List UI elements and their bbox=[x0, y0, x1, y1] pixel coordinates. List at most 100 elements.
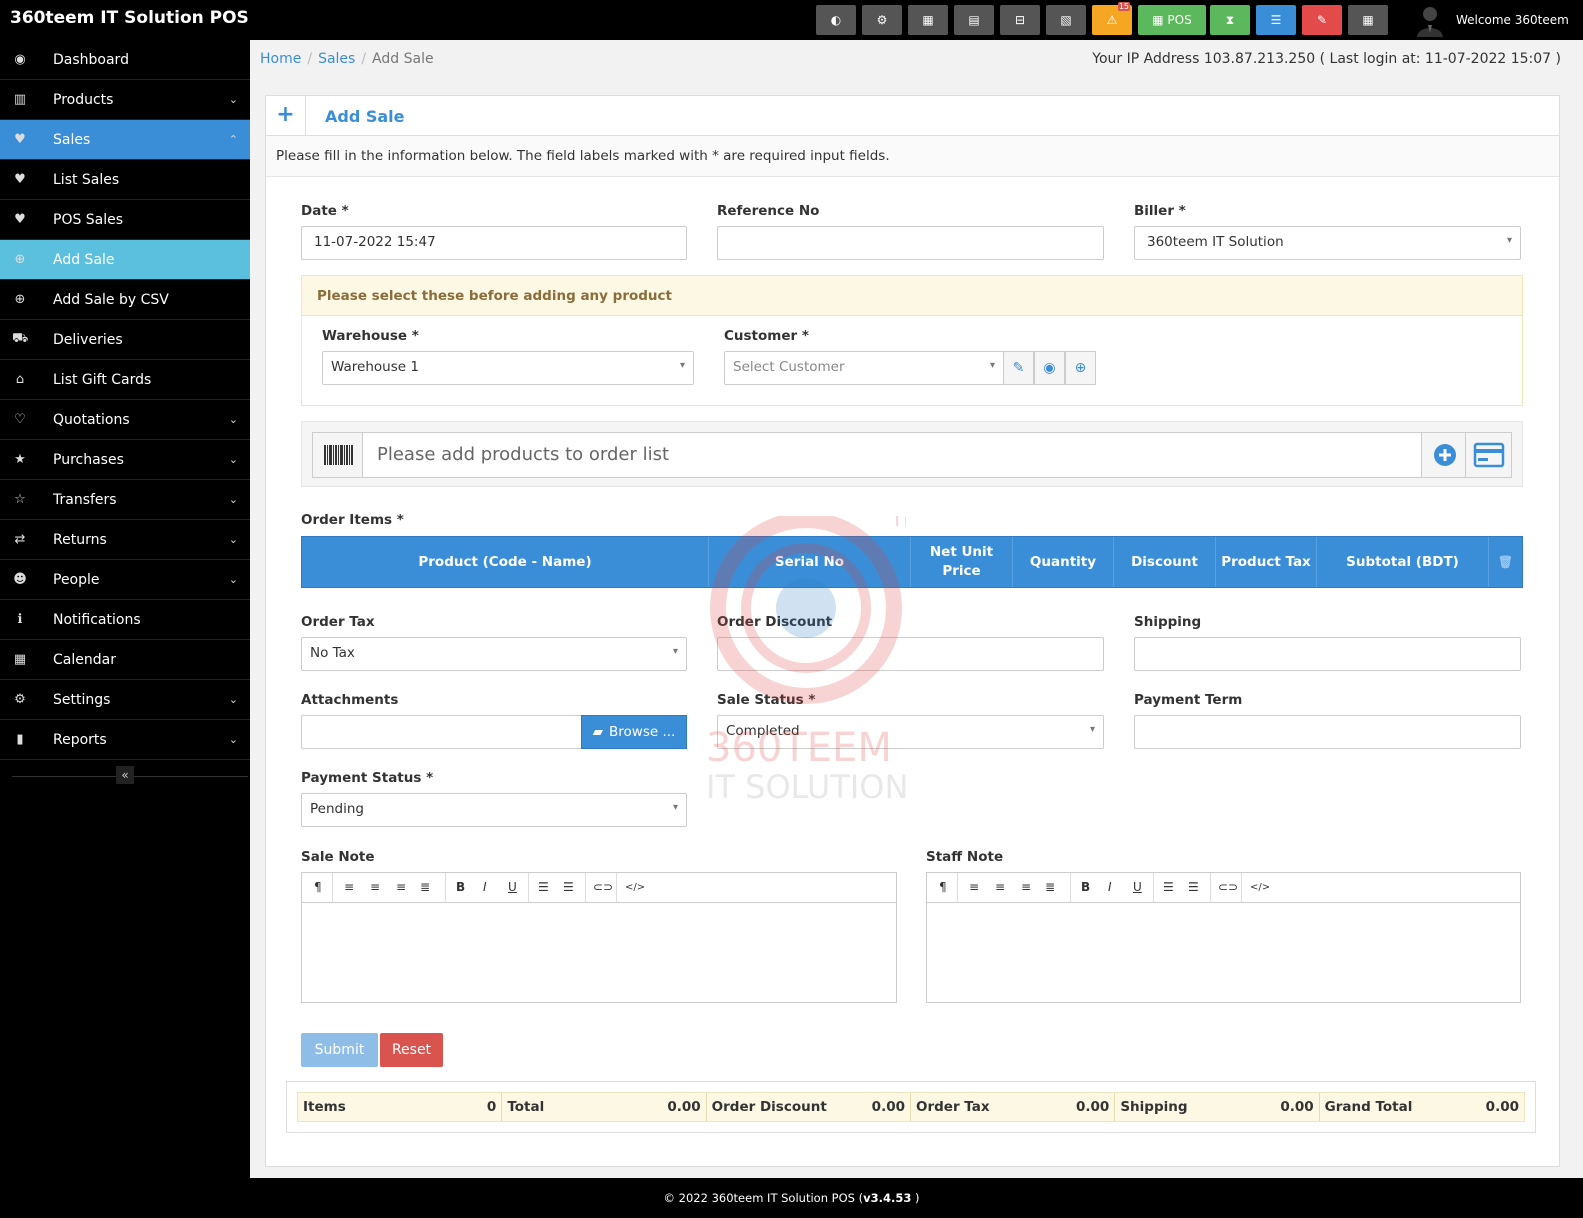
date-input[interactable]: 11-07-2022 15:47 bbox=[301, 226, 687, 260]
biller-select[interactable]: 360teem IT Solution bbox=[1134, 226, 1521, 260]
add-product-plus-icon[interactable] bbox=[1421, 433, 1467, 477]
eraser-icon[interactable]: ✎ bbox=[1302, 5, 1342, 35]
align-center-icon[interactable]: ≡ bbox=[995, 880, 1005, 894]
order-tax-select[interactable]: No Tax bbox=[301, 637, 687, 671]
app-brand[interactable]: 360teem IT Solution POS bbox=[10, 8, 249, 28]
numbered-list-icon[interactable]: ☰ bbox=[563, 880, 574, 894]
align-right-icon[interactable]: ≡ bbox=[396, 880, 406, 894]
align-center-icon[interactable]: ≡ bbox=[370, 880, 380, 894]
sidebar-item-list-sales[interactable]: ♥ List Sales bbox=[0, 160, 250, 200]
underline-icon[interactable]: U bbox=[1133, 880, 1142, 894]
numbered-list-icon[interactable]: ☰ bbox=[1188, 880, 1199, 894]
sidebar-item-people[interactable]: ☻ People ⌄ bbox=[0, 560, 250, 600]
add-customer-plus-icon[interactable]: ⊕ bbox=[1065, 351, 1096, 385]
calendar-icon[interactable]: ▤ bbox=[954, 5, 994, 35]
dashboard-icon[interactable]: ◐ bbox=[816, 5, 856, 35]
language-flag-icon[interactable]: ▧ bbox=[1046, 5, 1086, 35]
code-icon[interactable]: </> bbox=[1250, 882, 1270, 893]
col-quantity: Quantity bbox=[1013, 537, 1114, 587]
pos-button-glyph: ▦ POS bbox=[1152, 13, 1192, 27]
view-customer-eye-icon[interactable]: ◉ bbox=[1034, 351, 1065, 385]
bold-icon[interactable]: B bbox=[1081, 880, 1090, 894]
reference-input[interactable] bbox=[717, 226, 1104, 260]
sidebar-item-dashboard[interactable]: ◉ Dashboard bbox=[0, 40, 250, 80]
sidebar-item-pos-sales[interactable]: ♥ POS Sales bbox=[0, 200, 250, 240]
grid-icon[interactable]: ▦ bbox=[1348, 5, 1388, 35]
sidebar-item-label: Quotations bbox=[53, 411, 130, 428]
breadcrumb-sales[interactable]: Sales bbox=[318, 51, 355, 67]
total-total: Total 0.00 bbox=[502, 1093, 707, 1121]
align-left-icon[interactable]: ≡ bbox=[344, 880, 354, 894]
bullet-list-icon[interactable]: ☰ bbox=[538, 880, 549, 894]
sidebar-item-deliveries[interactable]: ⛟ Deliveries bbox=[0, 320, 250, 360]
warehouse-select[interactable]: Warehouse 1 bbox=[322, 351, 694, 385]
shipping-input[interactable] bbox=[1134, 637, 1521, 671]
watermark-tm: TM bbox=[890, 516, 906, 531]
sidebar-item-quotations[interactable]: ♡ Quotations ⌄ bbox=[0, 400, 250, 440]
trash-icon[interactable]: 🗑 bbox=[1489, 537, 1522, 587]
date-label: Date * bbox=[301, 203, 349, 219]
sidebar-item-add-sale-by-csv[interactable]: ⊕ Add Sale by CSV bbox=[0, 280, 250, 320]
attachments-input[interactable] bbox=[301, 715, 583, 749]
italic-icon[interactable]: I bbox=[1108, 880, 1112, 894]
user-avatar-icon[interactable] bbox=[1415, 3, 1445, 37]
bold-icon[interactable]: B bbox=[456, 880, 465, 894]
totals-row: Items 0 Total 0.00 Order Discount 0.00 Order T… bbox=[297, 1092, 1525, 1122]
order-discount-input[interactable] bbox=[717, 637, 1104, 671]
paragraph-icon[interactable]: ¶ bbox=[314, 880, 322, 894]
italic-icon[interactable]: I bbox=[483, 880, 487, 894]
payment-status-select[interactable]: Pending bbox=[301, 793, 687, 827]
customer-select[interactable]: Select Customer bbox=[724, 351, 1004, 385]
link-icon[interactable]: ⊂⊃ bbox=[593, 880, 613, 894]
product-search-input[interactable]: Please add products to order list bbox=[377, 444, 669, 465]
sidebar-item-list-gift-cards[interactable]: ⌂ List Gift Cards bbox=[0, 360, 250, 400]
sidebar-item-add-sale[interactable]: ⊕ Add Sale bbox=[0, 240, 250, 280]
sale-status-select[interactable]: Completed bbox=[717, 715, 1104, 749]
code-icon[interactable]: </> bbox=[625, 882, 645, 893]
cogs-icon[interactable]: ⚙ bbox=[862, 5, 902, 35]
total-label: Shipping bbox=[1120, 1099, 1188, 1115]
chevron-icon: ⌄ bbox=[228, 453, 238, 466]
sidebar-collapse-button[interactable]: « bbox=[116, 766, 134, 784]
sidebar-icon: ♡ bbox=[14, 412, 26, 427]
link-icon[interactable]: ⊂⊃ bbox=[1218, 880, 1238, 894]
sidebar-item-reports[interactable]: ▮ Reports ⌄ bbox=[0, 720, 250, 760]
sidebar-icon: ☻ bbox=[13, 572, 27, 587]
list-icon[interactable]: ☰ bbox=[1256, 5, 1296, 35]
bullet-list-icon[interactable]: ☰ bbox=[1163, 880, 1174, 894]
align-justify-icon[interactable]: ≣ bbox=[1045, 880, 1055, 894]
sidebar-item-label: Reports bbox=[53, 731, 107, 748]
align-justify-icon[interactable]: ≣ bbox=[420, 880, 430, 894]
payment-term-input[interactable] bbox=[1134, 715, 1521, 749]
staff-note-editor[interactable]: ¶ ≡ ≡ ≡ ≣ B I U ☰ ☰ ⊂⊃ </> bbox=[926, 872, 1521, 1003]
edit-customer-pencil-icon[interactable]: ✎ bbox=[1003, 351, 1034, 385]
sidebar-item-label: Products bbox=[53, 91, 114, 108]
sidebar-item-sales[interactable]: ♥ Sales ⌃ bbox=[0, 120, 250, 160]
sidebar-item-calendar[interactable]: ▦ Calendar bbox=[0, 640, 250, 680]
browse-button[interactable]: ▰ Browse ... bbox=[581, 715, 687, 749]
breadcrumb: Home / Sales / Add Sale bbox=[260, 51, 434, 67]
total-label: Order Discount bbox=[711, 1099, 827, 1115]
underline-icon[interactable]: U bbox=[508, 880, 517, 894]
submit-button[interactable]: Submit bbox=[301, 1033, 378, 1067]
sidebar-item-settings[interactable]: ⚙ Settings ⌄ bbox=[0, 680, 250, 720]
align-left-icon[interactable]: ≡ bbox=[969, 880, 979, 894]
paragraph-icon[interactable]: ¶ bbox=[939, 880, 947, 894]
welcome-text[interactable]: Welcome 360teem bbox=[1456, 13, 1569, 27]
sidebar-item-notifications[interactable]: ℹ Notifications bbox=[0, 600, 250, 640]
alert-icon[interactable]: ⚠ 15 bbox=[1092, 2, 1132, 35]
sidebar-item-transfers[interactable]: ☆ Transfers ⌄ bbox=[0, 480, 250, 520]
sidebar-item-returns[interactable]: ⇄ Returns ⌄ bbox=[0, 520, 250, 560]
sale-note-editor[interactable]: ¶ ≡ ≡ ≡ ≣ B I U ☰ ☰ ⊂⊃ </> bbox=[301, 872, 897, 1003]
breadcrumb-home[interactable]: Home bbox=[260, 51, 301, 67]
gift-card-icon[interactable] bbox=[1465, 433, 1511, 477]
hourglass-icon[interactable]: ⧗ bbox=[1210, 5, 1250, 35]
pos-button[interactable]: ▦ POS bbox=[1138, 5, 1206, 35]
sidebar-item-purchases[interactable]: ★ Purchases ⌄ bbox=[0, 440, 250, 480]
calculator-icon[interactable]: ▦ bbox=[908, 5, 948, 35]
align-right-icon[interactable]: ≡ bbox=[1021, 880, 1031, 894]
sidebar-item-products[interactable]: ▥ Products ⌄ bbox=[0, 80, 250, 120]
clear-cache-icon[interactable]: ⊟ bbox=[1000, 5, 1040, 35]
reset-button[interactable]: Reset bbox=[380, 1033, 443, 1067]
total-value: 0.00 bbox=[871, 1099, 905, 1115]
